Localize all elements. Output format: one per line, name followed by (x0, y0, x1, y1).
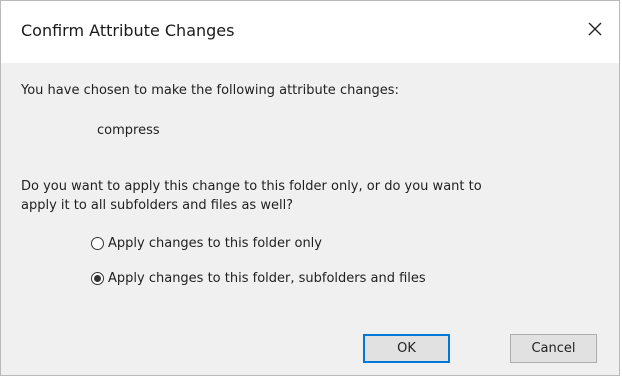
dialog-body: You have chosen to make the following at… (1, 63, 619, 375)
attribute-change-text: compress (97, 123, 160, 138)
dialog-title: Confirm Attribute Changes (21, 21, 235, 40)
question-text: Do you want to apply this change to this… (21, 177, 482, 215)
radio-option-folder-subfolders-files[interactable]: Apply changes to this folder, subfolders… (91, 271, 426, 286)
radio-option-folder-only[interactable]: Apply changes to this folder only (91, 236, 322, 251)
question-line-1: Do you want to apply this change to this… (21, 179, 482, 194)
radio-button-folder-subfolders-files[interactable] (91, 272, 104, 285)
close-icon (588, 22, 602, 36)
radio-button-folder-only[interactable] (91, 237, 104, 250)
cancel-button[interactable]: Cancel (510, 334, 597, 363)
close-button[interactable] (577, 11, 613, 47)
confirm-attribute-changes-dialog: Confirm Attribute Changes You have chose… (0, 0, 620, 376)
intro-text: You have chosen to make the following at… (21, 83, 399, 98)
radio-label-folder-subfolders-files: Apply changes to this folder, subfolders… (108, 271, 426, 286)
title-bar: Confirm Attribute Changes (1, 1, 619, 63)
radio-label-folder-only: Apply changes to this folder only (108, 236, 322, 251)
question-line-2: apply it to all subfolders and files as … (21, 198, 294, 213)
ok-button[interactable]: OK (363, 334, 450, 363)
